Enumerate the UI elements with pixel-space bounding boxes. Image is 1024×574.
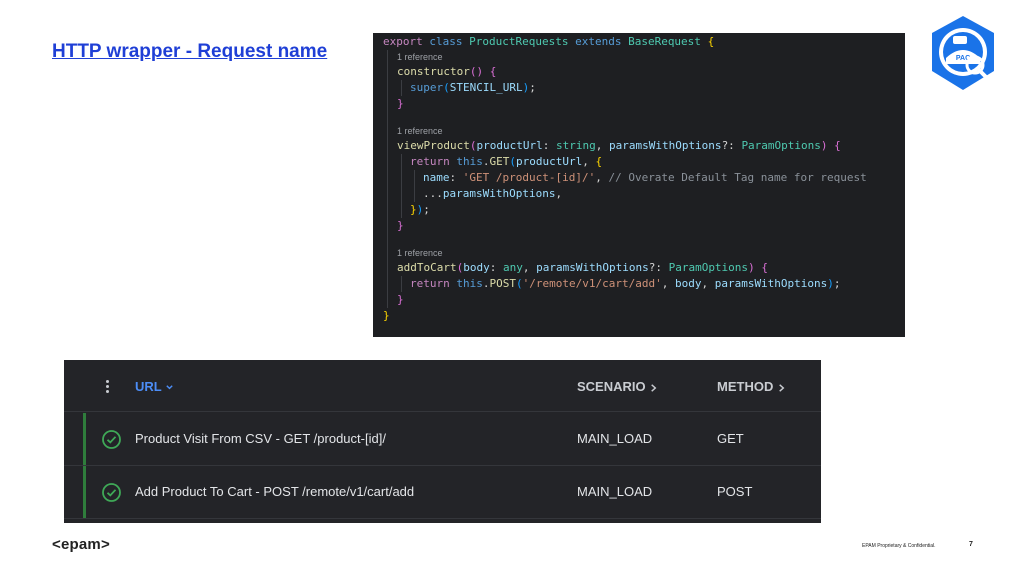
code-editor-panel: export class ProductRequests extends Bas… <box>373 33 905 337</box>
row-status-accent <box>83 413 86 465</box>
code-line: return this.GET(productUrl, { <box>373 154 905 170</box>
slide-title: HTTP wrapper - Request name <box>52 41 328 62</box>
row-status-accent <box>83 466 86 518</box>
cell-scenario: MAIN_LOAD <box>577 484 653 499</box>
pac-shield-logo-icon: PAC <box>924 14 1002 92</box>
results-table: URL SCENARIO METHOD Product Visit From C… <box>64 360 821 523</box>
page-number: 7 <box>969 541 973 548</box>
cell-scenario: MAIN_LOAD <box>577 431 653 446</box>
column-header-scenario[interactable]: SCENARIO <box>577 379 658 394</box>
code-line-blank <box>373 112 905 124</box>
code-text: export class ProductRequests extends Bas… <box>383 35 715 48</box>
table-row[interactable]: Add Product To Cart - POST /remote/v1/ca… <box>64 466 821 519</box>
code-reference-hint[interactable]: 1 reference <box>373 124 905 138</box>
code-line: super(STENCIL_URL); <box>373 80 905 96</box>
column-header-method[interactable]: METHOD <box>717 379 786 394</box>
code-line: constructor() { <box>373 64 905 80</box>
code-line: } <box>373 292 905 308</box>
check-circle-icon <box>101 429 122 450</box>
confidential-notice: EPAM Proprietary & Confidential. <box>862 543 936 549</box>
check-circle-icon <box>101 482 122 503</box>
table-header: URL SCENARIO METHOD <box>64 360 821 412</box>
cell-url: Add Product To Cart - POST /remote/v1/ca… <box>135 484 415 499</box>
code-line: }); <box>373 202 905 218</box>
cell-method: GET <box>717 431 744 446</box>
code-line: addToCart(body: any, paramsWithOptions?:… <box>373 260 905 276</box>
kebab-menu-icon[interactable] <box>106 380 110 394</box>
epam-logo: <epam> <box>52 536 110 553</box>
code-line: name: 'GET /product-[id]/', // Overate D… <box>373 170 905 186</box>
code-line: return this.POST('/remote/v1/cart/add', … <box>373 276 905 292</box>
code-line-blank <box>373 234 905 246</box>
code-reference-hint[interactable]: 1 reference <box>373 50 905 64</box>
code-line: viewProduct(productUrl: string, paramsWi… <box>373 138 905 154</box>
code-line: export class ProductRequests extends Bas… <box>373 34 905 50</box>
code-line: ...paramsWithOptions, <box>373 186 905 202</box>
chevron-right-icon <box>649 379 658 394</box>
code-line: } <box>383 309 390 322</box>
cell-url: Product Visit From CSV - GET /product-[i… <box>135 431 386 446</box>
code-line: } <box>373 218 905 234</box>
chevron-right-icon <box>777 379 786 394</box>
chevron-down-icon <box>165 379 174 394</box>
table-row[interactable]: Product Visit From CSV - GET /product-[i… <box>64 413 821 466</box>
cell-method: POST <box>717 484 753 499</box>
code-reference-hint[interactable]: 1 reference <box>373 246 905 260</box>
code-line: } <box>373 96 905 112</box>
column-header-url[interactable]: URL <box>135 379 174 394</box>
